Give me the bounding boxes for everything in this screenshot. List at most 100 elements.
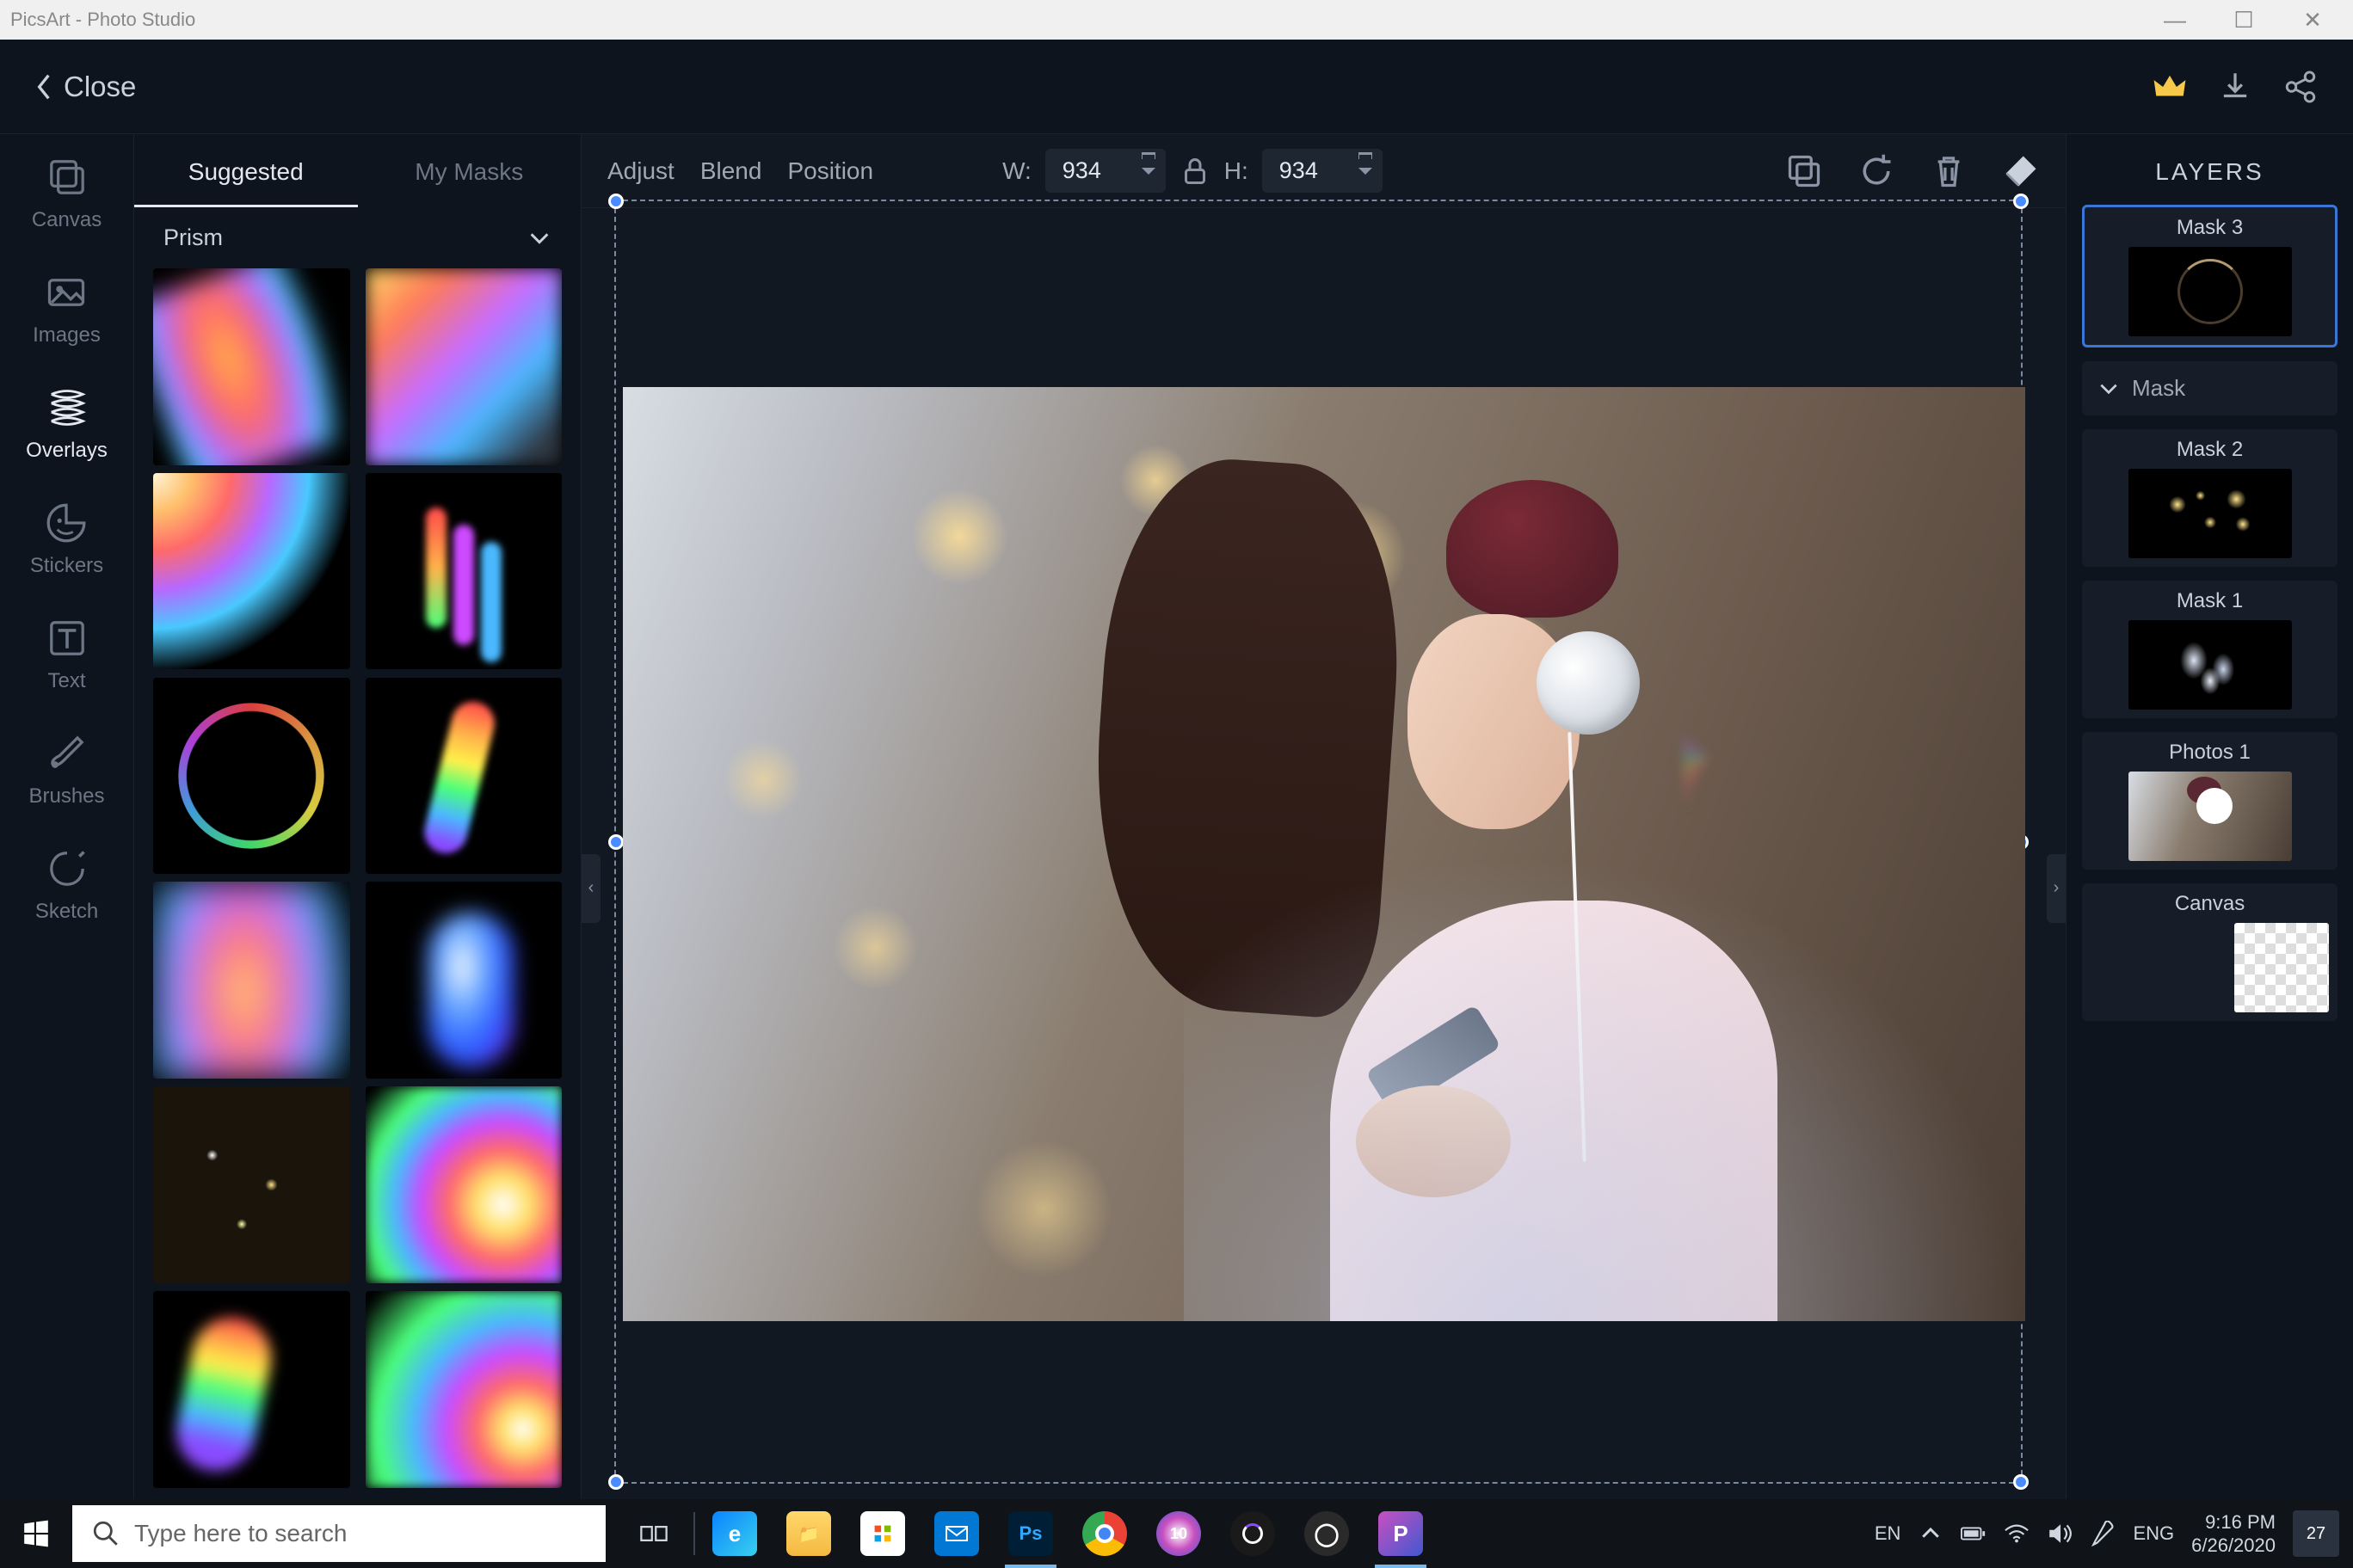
layer-item[interactable]: Mask 1 xyxy=(2082,581,2338,718)
crown-icon[interactable] xyxy=(2152,69,2188,105)
resize-handle-bl[interactable] xyxy=(608,1474,624,1490)
taskbar-app-chrome[interactable] xyxy=(1070,1499,1139,1568)
width-label: W: xyxy=(1002,157,1032,185)
layer-label: Canvas xyxy=(2175,892,2245,916)
reset-icon[interactable] xyxy=(1857,152,1895,190)
chevron-down-icon xyxy=(527,226,551,250)
chevron-down-icon xyxy=(2097,378,2120,400)
tray-date: 6/26/2020 xyxy=(2191,1534,2276,1558)
tool-brushes[interactable]: Brushes xyxy=(28,731,104,809)
position-button[interactable]: Position xyxy=(787,157,873,185)
layers-title: LAYERS xyxy=(2067,134,2353,205)
resize-handle-tr[interactable] xyxy=(2013,194,2029,209)
taskview-icon xyxy=(638,1518,669,1549)
tool-images[interactable]: Images xyxy=(33,270,101,347)
text-icon xyxy=(45,616,89,661)
collapse-left-button[interactable]: ‹ xyxy=(582,854,601,923)
category-dropdown[interactable]: Prism xyxy=(134,207,581,268)
tool-sketch[interactable]: Sketch xyxy=(35,846,98,924)
taskbar-app-generic1[interactable]: 10 xyxy=(1144,1499,1213,1568)
tray-chevron-up-icon[interactable] xyxy=(1918,1521,1943,1546)
taskbar-app-generic2[interactable] xyxy=(1218,1499,1287,1568)
canvas-viewport[interactable]: ‹ › xyxy=(582,208,2066,1499)
taskbar-app-mail[interactable] xyxy=(922,1499,991,1568)
layer-item[interactable]: Canvas xyxy=(2082,883,2338,1021)
overlay-thumb[interactable] xyxy=(153,1086,350,1283)
canvas-image[interactable] xyxy=(623,387,2025,1321)
layer-label: Photos 1 xyxy=(2169,741,2251,765)
tool-overlays[interactable]: Overlays xyxy=(26,385,108,463)
blend-button[interactable]: Blend xyxy=(700,157,762,185)
overlay-thumb[interactable] xyxy=(153,882,350,1079)
overlay-thumb[interactable] xyxy=(366,678,563,875)
overlay-thumb[interactable] xyxy=(366,473,563,670)
taskbar-app-store[interactable] xyxy=(848,1499,917,1568)
layer-item[interactable]: Photos 1 xyxy=(2082,732,2338,870)
overlay-thumb[interactable] xyxy=(153,473,350,670)
overlay-thumb[interactable] xyxy=(366,1086,563,1283)
taskbar-app-photoshop[interactable]: Ps xyxy=(996,1499,1065,1568)
chevron-left-icon xyxy=(34,73,53,101)
tray-clock[interactable]: 9:16 PM 6/26/2020 xyxy=(2191,1510,2276,1558)
width-input[interactable] xyxy=(1045,149,1166,193)
resize-handle-ml[interactable] xyxy=(608,834,624,850)
window-close-button[interactable]: ✕ xyxy=(2291,7,2334,34)
layer-item[interactable]: Mask 2 xyxy=(2082,429,2338,567)
taskbar-app-generic3[interactable]: ◯ xyxy=(1292,1499,1361,1568)
delete-icon[interactable] xyxy=(1930,152,1968,190)
download-icon[interactable] xyxy=(2217,69,2253,105)
tool-canvas-label: Canvas xyxy=(32,208,102,232)
tray-lang1[interactable]: EN xyxy=(1875,1522,1901,1545)
overlay-thumb[interactable] xyxy=(366,268,563,465)
adjust-button[interactable]: Adjust xyxy=(607,157,674,185)
share-icon[interactable] xyxy=(2282,69,2319,105)
notification-button[interactable]: 27 xyxy=(2293,1510,2339,1557)
taskbar-search[interactable]: Type here to search xyxy=(72,1505,606,1562)
tray-lang2[interactable]: ENG xyxy=(2133,1522,2174,1545)
overlay-thumb[interactable] xyxy=(366,882,563,1079)
window-minimize-button[interactable]: — xyxy=(2153,7,2196,34)
overlay-thumb[interactable] xyxy=(366,1291,563,1488)
collapse-right-button[interactable]: › xyxy=(2047,854,2066,923)
height-input[interactable] xyxy=(1262,149,1383,193)
taskbar-app-edge[interactable]: e xyxy=(700,1499,769,1568)
overlay-thumb[interactable] xyxy=(153,268,350,465)
resize-handle-tl[interactable] xyxy=(608,194,624,209)
mask-group-toggle[interactable]: Mask xyxy=(2082,361,2338,415)
layer-thumb xyxy=(2128,469,2292,558)
images-icon xyxy=(44,270,89,315)
overlay-thumb[interactable] xyxy=(153,678,350,875)
tool-canvas[interactable]: Canvas xyxy=(32,155,102,232)
battery-icon[interactable] xyxy=(1961,1521,1986,1546)
resize-handle-br[interactable] xyxy=(2013,1474,2029,1490)
taskbar-app-picsart[interactable]: P xyxy=(1366,1499,1435,1568)
start-button[interactable] xyxy=(5,1499,67,1568)
search-icon xyxy=(91,1519,120,1548)
lock-icon[interactable] xyxy=(1180,156,1210,187)
overlays-icon xyxy=(45,385,89,430)
app-topbar: Close xyxy=(0,40,2353,134)
wifi-icon[interactable] xyxy=(2004,1521,2030,1546)
duplicate-icon[interactable] xyxy=(1785,152,1823,190)
canvas-area: Adjust Blend Position W: H: ‹ › xyxy=(582,134,2066,1499)
layers-panel: LAYERS Mask 3 Mask Mask 2 Mask 1 Photos … xyxy=(2066,134,2353,1499)
stickers-icon xyxy=(44,501,89,545)
tab-my-masks[interactable]: My Masks xyxy=(358,134,582,207)
volume-icon[interactable] xyxy=(2047,1521,2073,1546)
layer-item[interactable]: Mask 3 xyxy=(2082,205,2338,347)
window-maximize-button[interactable]: ☐ xyxy=(2222,7,2265,34)
task-view-button[interactable] xyxy=(619,1499,688,1568)
windows-icon xyxy=(22,1519,51,1548)
category-label: Prism xyxy=(163,224,223,251)
tool-stickers[interactable]: Stickers xyxy=(30,501,103,578)
taskbar-app-explorer[interactable]: 📁 xyxy=(774,1499,843,1568)
pen-icon[interactable] xyxy=(2090,1521,2116,1546)
tool-text[interactable]: Text xyxy=(45,616,89,693)
close-button[interactable]: Close xyxy=(34,71,136,103)
eraser-icon[interactable] xyxy=(2002,152,2040,190)
window-title: PicsArt - Photo Studio xyxy=(10,9,195,31)
overlay-thumb[interactable] xyxy=(153,1291,350,1488)
tab-suggested[interactable]: Suggested xyxy=(134,134,358,207)
search-placeholder: Type here to search xyxy=(134,1520,347,1547)
tool-brushes-label: Brushes xyxy=(28,784,104,809)
